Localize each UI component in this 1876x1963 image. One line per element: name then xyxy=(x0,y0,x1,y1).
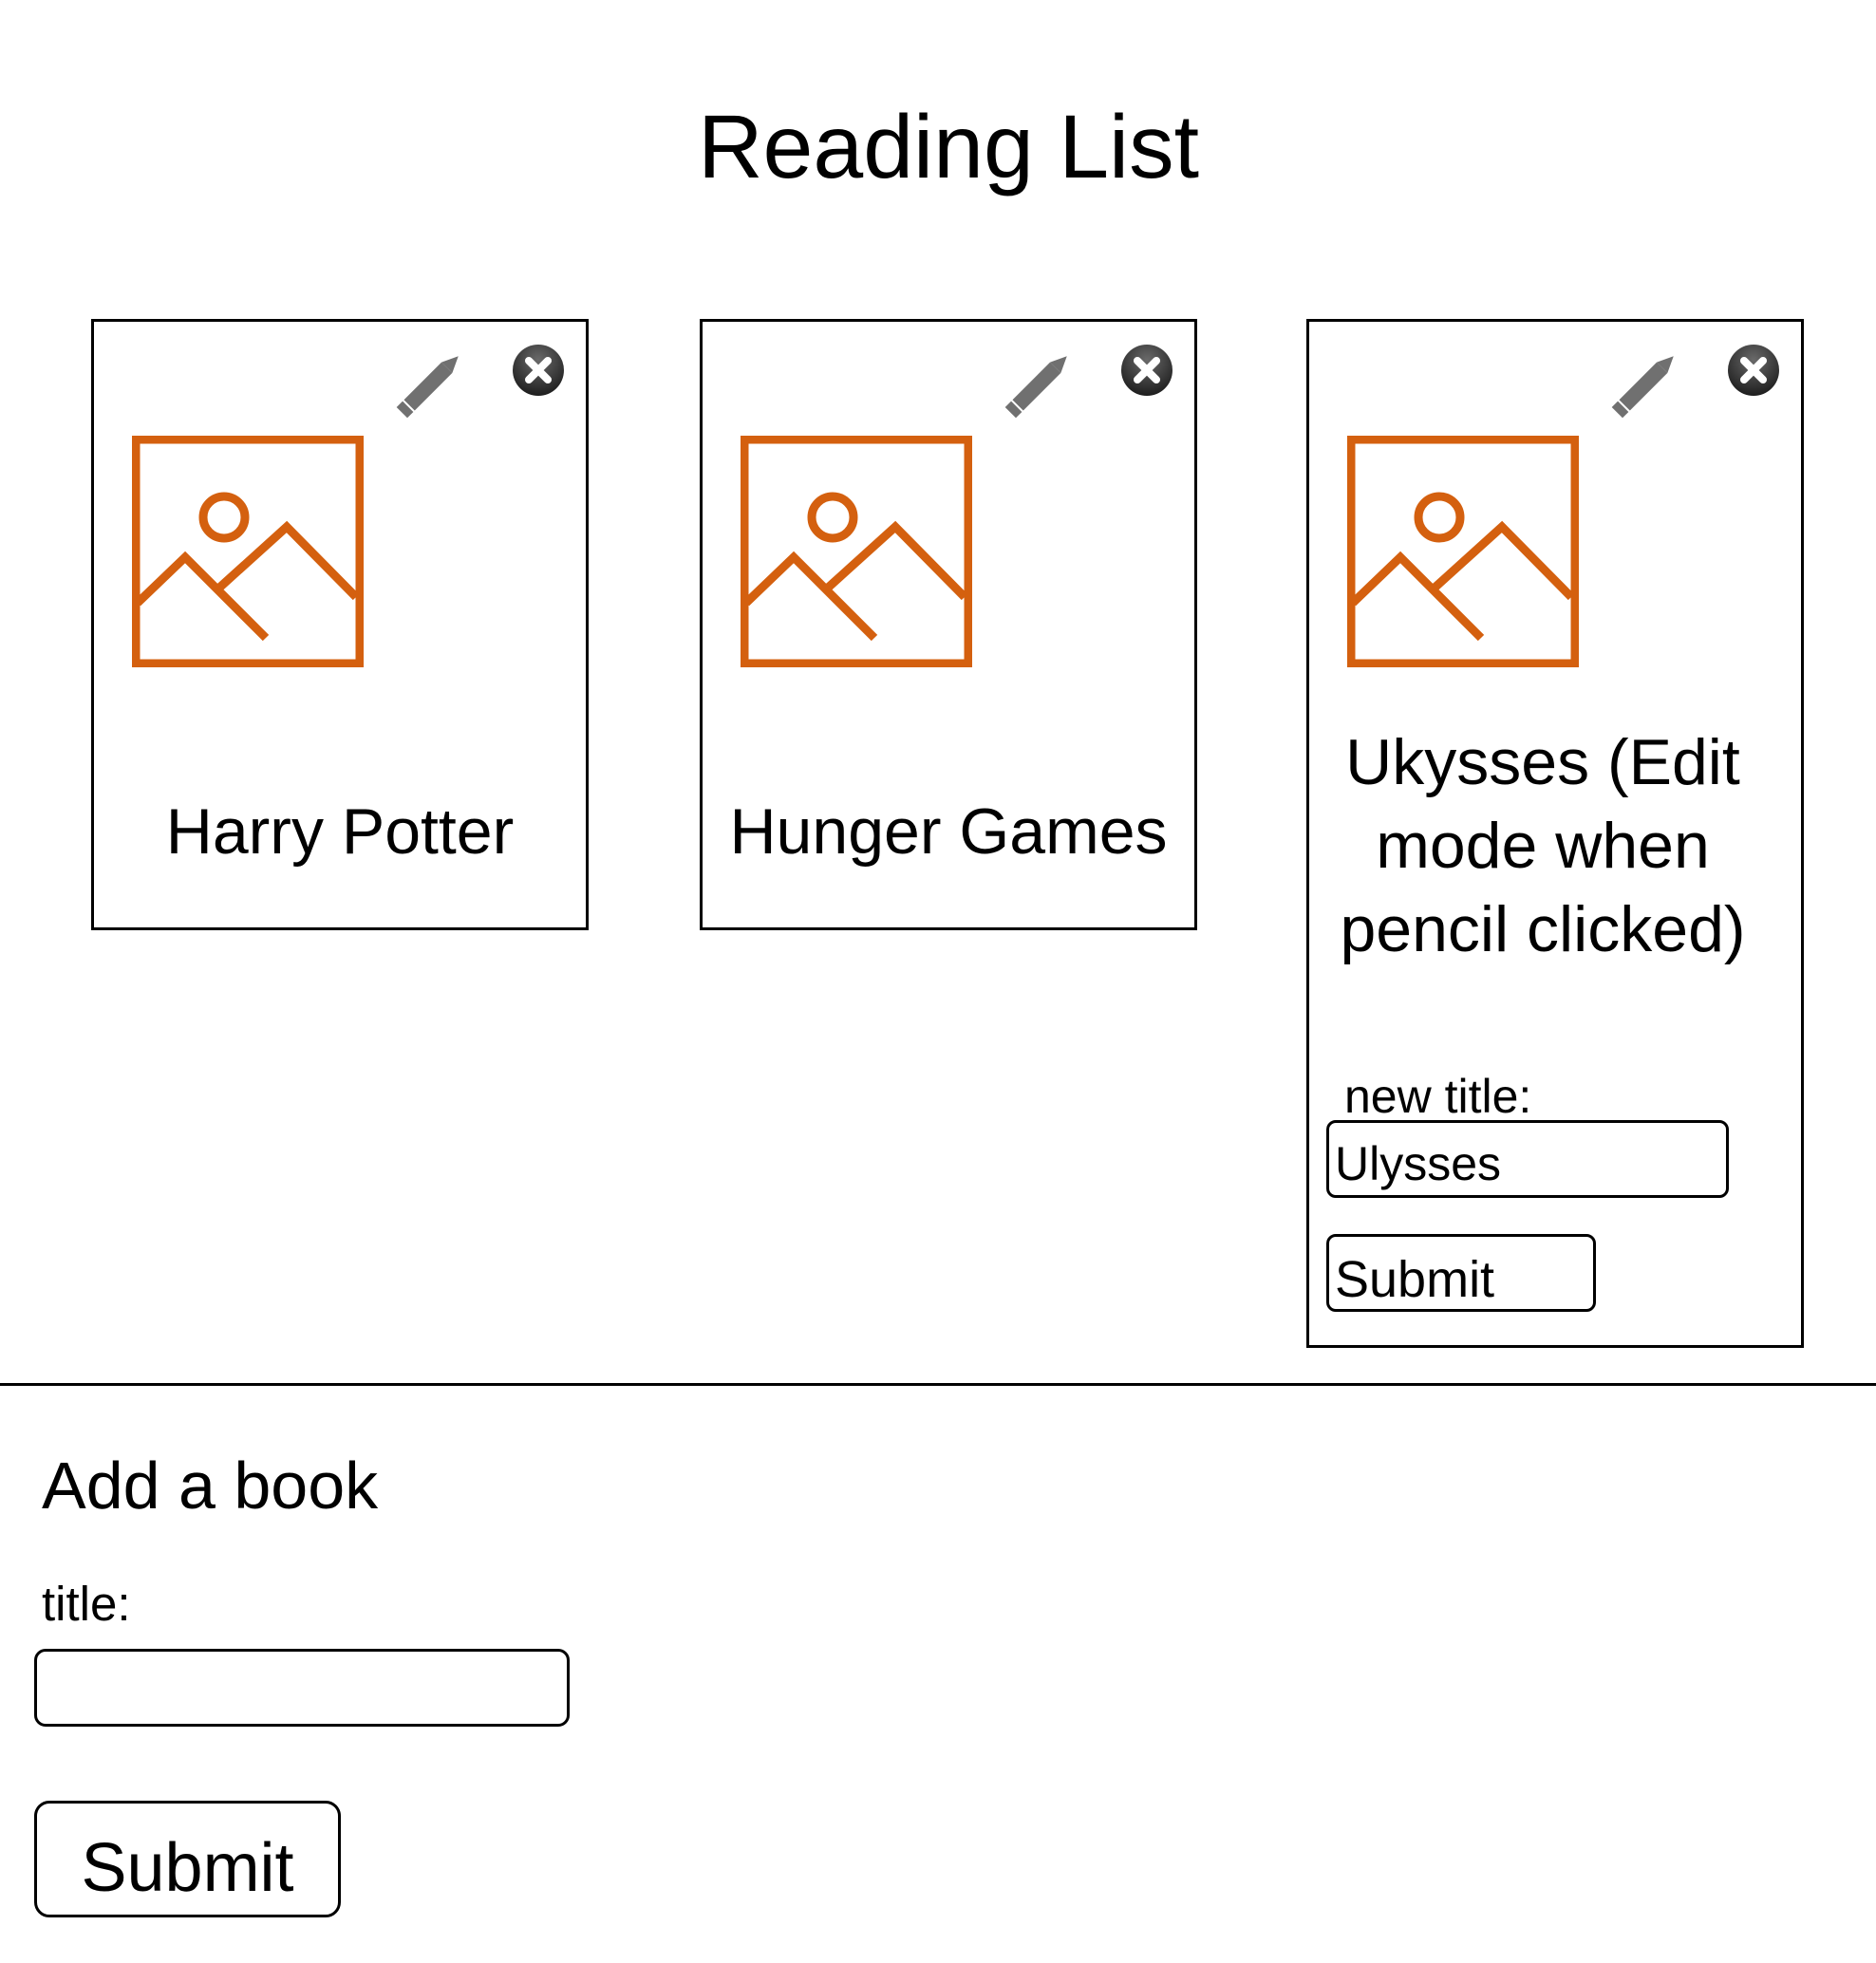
page-title: Reading List xyxy=(697,97,1200,197)
book-card: Hunger Games xyxy=(700,319,1197,930)
pencil-icon[interactable] xyxy=(396,341,474,419)
close-circle-icon[interactable] xyxy=(512,344,565,397)
section-divider xyxy=(0,1383,1876,1386)
book-title: Hunger Games xyxy=(729,795,1168,868)
pencil-icon[interactable] xyxy=(1004,341,1082,419)
pencil-icon[interactable] xyxy=(1611,341,1689,419)
book-title: Ukysses (Edit mode when pencil clicked) xyxy=(1340,726,1746,965)
book-title: Harry Potter xyxy=(165,795,515,868)
new-title-label: new title: xyxy=(1344,1070,1532,1123)
title-input[interactable] xyxy=(34,1649,570,1727)
title-label: title: xyxy=(42,1577,131,1631)
add-book-submit-button[interactable]: Submit xyxy=(34,1801,341,1917)
edit-submit-button[interactable]: Submit xyxy=(1326,1234,1596,1312)
book-card-edit-mode: Ukysses (Edit mode when pencil clicked) … xyxy=(1306,319,1804,1348)
close-circle-icon[interactable] xyxy=(1120,344,1173,397)
image-placeholder-icon xyxy=(131,435,365,668)
new-title-input[interactable] xyxy=(1326,1120,1729,1198)
close-circle-icon[interactable] xyxy=(1727,344,1780,397)
image-placeholder-icon xyxy=(1346,435,1580,668)
add-book-heading: Add a book xyxy=(42,1449,379,1523)
image-placeholder-icon xyxy=(740,435,973,668)
book-card: Harry Potter xyxy=(91,319,589,930)
